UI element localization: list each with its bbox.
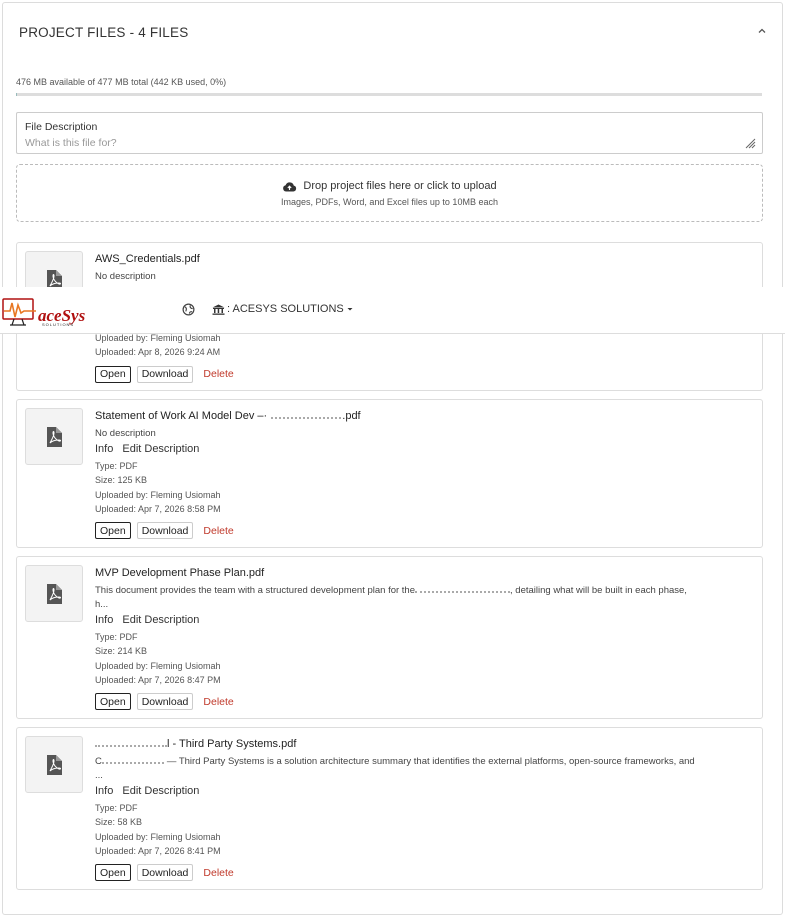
app-header-bar: aceSys SOLUTIONS : ACESYS SOLUTIONS	[0, 287, 785, 334]
file-description: This document provides the team with a s…	[95, 585, 687, 610]
download-button[interactable]: Download	[136, 693, 194, 711]
download-button[interactable]: Download	[136, 365, 194, 383]
file-uploaded-date: Uploaded: Apr 8, 2026 9:24 AM	[95, 347, 221, 358]
file-type: Type: PDF	[95, 461, 138, 471]
open-button[interactable]: Open	[95, 522, 131, 540]
chevron-up-icon[interactable]	[756, 25, 768, 37]
file-name: MVP Development Phase Plan.pdf	[95, 567, 265, 579]
file-description-label: File Description	[25, 121, 98, 133]
file-name: AWS_Credentials.pdf	[95, 253, 200, 265]
panel-header[interactable]: PROJECT FILES - 4 FILES	[19, 25, 768, 47]
open-button[interactable]: Open	[95, 864, 131, 882]
caret-down-icon	[347, 308, 353, 311]
info-link[interactable]: Info	[95, 785, 113, 797]
file-thumbnail[interactable]	[25, 408, 83, 465]
info-link[interactable]: Info	[95, 443, 113, 455]
file-uploaded-by: Uploaded by: Fleming Usiomah	[95, 489, 221, 500]
file-thumbnail[interactable]	[25, 736, 83, 793]
file-type: Type: PDF	[95, 803, 138, 813]
download-button[interactable]: Download	[136, 522, 194, 540]
delete-button[interactable]: Delete	[199, 522, 238, 540]
edit-description-link[interactable]: Edit Description	[122, 785, 199, 797]
delete-button[interactable]: Delete	[199, 864, 238, 882]
redacted-text	[415, 585, 511, 593]
file-thumbnail[interactable]	[25, 565, 83, 622]
download-button[interactable]: Download	[136, 864, 194, 882]
dropzone-hint-text: Images, PDFs, Word, and Excel files up t…	[281, 197, 498, 207]
redacted-text	[101, 756, 164, 764]
file-card: l - Third Party Systems.pdf C — Third Par…	[16, 727, 763, 890]
file-size: Size: 125 KB	[95, 475, 148, 486]
file-description: No description	[95, 271, 156, 282]
file-uploaded-by: Uploaded by: Fleming Usiomah	[95, 660, 221, 671]
file-name: Statement of Work AI Model Dev –· .pdf	[95, 410, 361, 422]
globe-icon[interactable]	[182, 303, 195, 316]
institution-icon	[212, 304, 225, 315]
storage-progress-bar	[16, 93, 762, 96]
pdf-file-icon	[47, 583, 62, 604]
storage-progress-fill	[16, 93, 17, 96]
open-button[interactable]: Open	[95, 693, 131, 711]
pdf-file-icon	[47, 754, 62, 775]
file-size: Size: 58 KB	[95, 817, 143, 828]
logo-subtext: SOLUTIONS	[42, 322, 75, 327]
file-card: MVP Development Phase Plan.pdf This docu…	[16, 556, 763, 719]
panel-title: PROJECT FILES - 4 FILES	[19, 25, 189, 40]
monitor-pulse-icon	[2, 298, 36, 326]
acesys-logo[interactable]: aceSys SOLUTIONS	[2, 295, 102, 327]
redacted-text	[271, 411, 342, 419]
file-description-field[interactable]: File Description	[16, 112, 763, 154]
file-upload-dropzone[interactable]: Drop project files here or click to uplo…	[16, 164, 763, 222]
pdf-file-icon	[47, 426, 62, 447]
file-description: No description	[95, 428, 156, 439]
edit-description-link[interactable]: Edit Description	[122, 443, 199, 455]
file-description-input[interactable]	[25, 137, 725, 149]
file-type: Type: PDF	[95, 632, 138, 642]
file-uploaded-date: Uploaded: Apr 7, 2026 8:41 PM	[95, 845, 221, 856]
open-button[interactable]: Open	[95, 365, 131, 383]
delete-button[interactable]: Delete	[199, 693, 238, 711]
info-link[interactable]: Info	[95, 614, 113, 626]
file-size: Size: 214 KB	[95, 646, 148, 657]
edit-description-link[interactable]: Edit Description	[122, 614, 199, 626]
file-card: Statement of Work AI Model Dev –· .pdf N…	[16, 399, 763, 548]
file-uploaded-date: Uploaded: Apr 7, 2026 8:58 PM	[95, 503, 221, 514]
cloud-upload-icon	[283, 181, 297, 191]
dropzone-main-text: Drop project files here or click to uplo…	[303, 180, 497, 192]
redacted-text	[95, 739, 167, 747]
resize-handle-icon[interactable]	[744, 137, 756, 149]
organization-name: : ACESYS SOLUTIONS	[227, 303, 344, 315]
organization-selector[interactable]: : ACESYS SOLUTIONS	[212, 303, 354, 315]
file-uploaded-date: Uploaded: Apr 7, 2026 8:47 PM	[95, 674, 221, 685]
file-uploaded-by: Uploaded by: Fleming Usiomah	[95, 831, 221, 842]
storage-usage-text: 476 MB available of 477 MB total (442 KB…	[16, 77, 227, 87]
file-name: l - Third Party Systems.pdf	[95, 738, 750, 753]
file-description: C — Third Party Systems is a solution arc…	[95, 756, 695, 781]
delete-button[interactable]: Delete	[199, 365, 238, 383]
